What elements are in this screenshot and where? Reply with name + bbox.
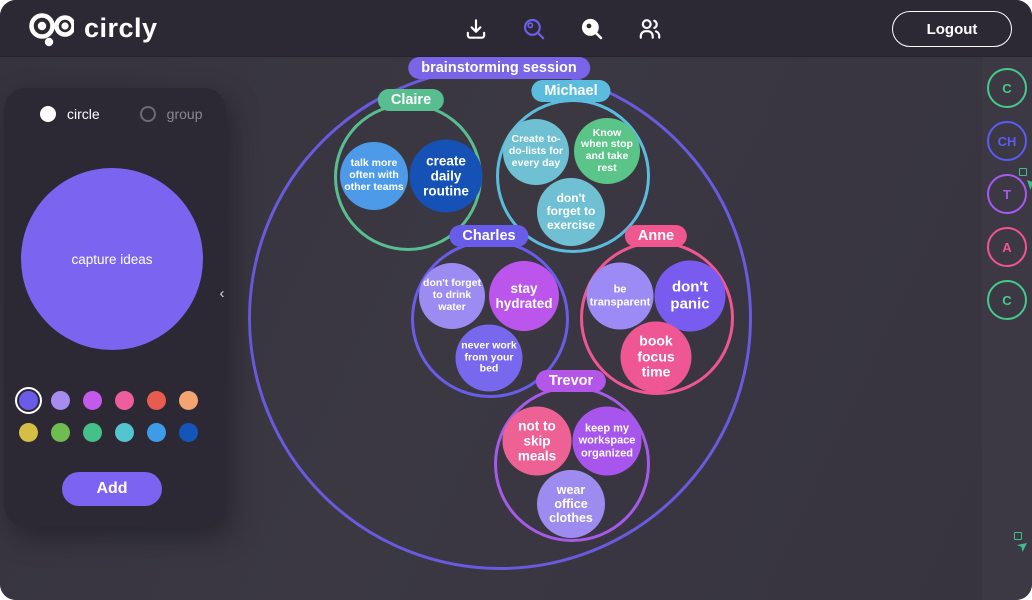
radio-group-label: group xyxy=(166,106,203,122)
color-swatch[interactable] xyxy=(147,391,166,410)
create-circle-panel: circle group capture ideas Add xyxy=(4,88,226,527)
color-swatch[interactable] xyxy=(147,423,166,442)
idea-circle[interactable]: don't forget to drink water xyxy=(419,263,485,329)
group-label-charles[interactable]: Charles xyxy=(449,225,529,247)
idea-circle[interactable]: create daily routine xyxy=(409,139,483,213)
logo-icon xyxy=(29,13,74,47)
idea-circle[interactable]: not to skip meals xyxy=(502,406,572,476)
collaborator-avatars: C CH T A C xyxy=(987,68,1027,320)
color-swatch[interactable] xyxy=(51,391,70,410)
zoom-in-icon[interactable] xyxy=(521,16,547,42)
color-swatch[interactable] xyxy=(14,386,43,415)
app-logo: circly xyxy=(28,9,158,47)
color-palette xyxy=(14,386,214,442)
idea-circle[interactable]: Know when stop and take rest xyxy=(574,118,640,184)
avatar[interactable]: T xyxy=(987,174,1027,214)
radio-circle-label: circle xyxy=(67,106,100,122)
avatar[interactable]: C xyxy=(987,68,1027,108)
radio-group[interactable]: group xyxy=(139,106,203,122)
avatar[interactable]: A xyxy=(987,227,1027,267)
group-label-michael[interactable]: Michael xyxy=(531,80,611,102)
idea-circle[interactable]: wear office clothes xyxy=(537,470,605,538)
radio-unselected-icon xyxy=(139,106,156,122)
color-swatch[interactable] xyxy=(51,423,70,442)
color-swatch[interactable] xyxy=(83,391,102,410)
users-icon[interactable] xyxy=(637,16,663,42)
idea-circle[interactable]: be transparent xyxy=(586,262,654,330)
navbar: circly Logout xyxy=(0,0,1032,57)
idea-circle[interactable]: keep my workspace organized xyxy=(572,406,642,476)
group-label-claire[interactable]: Claire xyxy=(377,89,445,111)
logout-button[interactable]: Logout xyxy=(892,11,1012,47)
toolbar xyxy=(463,0,663,57)
idea-circle[interactable]: don't forget to exercise xyxy=(537,178,605,246)
color-swatch[interactable] xyxy=(83,423,102,442)
app-window: circly Logout circle group capture ideas… xyxy=(0,0,1032,600)
group-label-brainstorming[interactable]: brainstorming session xyxy=(408,57,590,79)
color-swatch[interactable] xyxy=(115,391,134,410)
logo-text: circly xyxy=(84,12,158,43)
collaborator-cursor-marker xyxy=(1014,532,1022,540)
idea-circle[interactable]: never work from your bed xyxy=(455,324,523,392)
avatar[interactable]: CH xyxy=(987,121,1027,161)
color-swatch[interactable] xyxy=(19,423,38,442)
collaborator-cursor-marker xyxy=(1019,168,1027,176)
idea-circle[interactable]: talk more often with other teams xyxy=(340,142,408,210)
type-selector: circle group xyxy=(4,106,226,122)
color-swatch[interactable] xyxy=(115,423,134,442)
idea-circle[interactable]: don't panic xyxy=(654,260,726,332)
color-swatch[interactable] xyxy=(179,391,198,410)
radio-selected-icon xyxy=(40,106,56,122)
panel-collapse-chevron-icon[interactable]: ‹ xyxy=(214,282,230,304)
idea-circle[interactable]: stay hydrated xyxy=(489,261,559,331)
group-label-anne[interactable]: Anne xyxy=(624,225,688,247)
color-swatch[interactable] xyxy=(179,423,198,442)
radio-circle[interactable]: circle xyxy=(40,106,100,122)
download-icon[interactable] xyxy=(463,16,489,42)
idea-circle[interactable]: Create to-do-lists for every day xyxy=(503,119,569,185)
collaborator-cursor-icon xyxy=(1017,543,1027,552)
group-label-trevor[interactable]: Trevor xyxy=(535,370,607,392)
zoom-out-icon[interactable] xyxy=(579,16,605,42)
circle-preview[interactable]: capture ideas xyxy=(21,168,203,350)
idea-circle[interactable]: book focus time xyxy=(620,321,692,393)
add-button[interactable]: Add xyxy=(62,472,162,506)
avatar[interactable]: C xyxy=(987,280,1027,320)
collaborator-cursor-icon xyxy=(1027,180,1032,190)
